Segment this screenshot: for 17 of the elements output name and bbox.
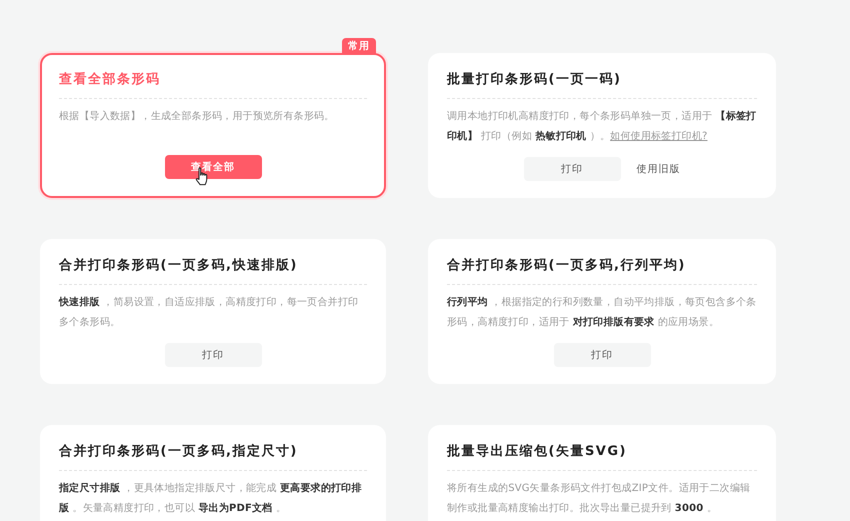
card-description: 根据【导入数据】，生成全部条形码，用于预览所有条形码。 bbox=[59, 110, 336, 124]
card-title: 合并打印条形码(一页多码,行列平均) bbox=[447, 257, 757, 285]
common-badge: 常用 bbox=[342, 38, 376, 55]
card-description: 指定尺寸排版 ，更具体地指定排版尺寸，能完成 更高要求的打印排版 。矢量高精度打印，也可以 导出为PDF文档 。 bbox=[59, 481, 363, 516]
action-button[interactable]: 打印 bbox=[164, 343, 262, 367]
card-description: 调用本地打印机高精度打印，每个条形码单独一页，适用于 【标签打印机】 打印（例如 热敏打印机 ）。如何使用标签打印机? bbox=[447, 110, 757, 144]
action-button[interactable]: 打印 bbox=[554, 343, 650, 367]
card-title: 合并打印条形码(一页多码,快速排版) bbox=[59, 257, 367, 285]
legacy-link[interactable]: 使用旧版 bbox=[636, 157, 680, 181]
action-button[interactable]: 打印 bbox=[524, 157, 620, 181]
card-description: 行列平均 ，根据指定的行和列数量，自动平均排版，每页包含多个条形码，高精度打印，适用于 对打印排版有要求 的应用场景。 bbox=[447, 296, 757, 330]
card-title: 查看全部条形码 bbox=[59, 71, 367, 99]
card-description: 将所有生成的SVG矢量条形码文件打包成ZIP文件。适用于二次编辑制作或批量高精度输出打印。批次导出量已提升到 3000 。 bbox=[447, 482, 752, 516]
card-description: 快速排版 ，简易设置，自适应排版，高精度打印，每一页合并打印多个条形码。 bbox=[59, 296, 360, 330]
card-title: 批量导出压缩包(矢量SVG) bbox=[447, 443, 757, 471]
card-title: 合并打印条形码(一页多码,指定尺寸) bbox=[59, 443, 367, 471]
card-title: 批量打印条形码(一页一码) bbox=[447, 71, 757, 99]
